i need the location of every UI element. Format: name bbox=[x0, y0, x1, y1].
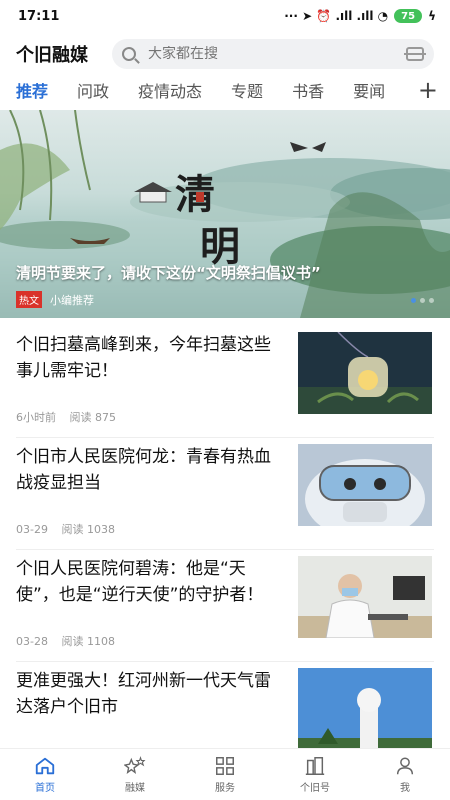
tab-epidemic[interactable]: 疫情动态 bbox=[138, 78, 202, 102]
home-icon bbox=[35, 757, 55, 775]
news-title[interactable]: 更准更强大！红河州新一代天气雷达落户个旧市 bbox=[16, 668, 278, 720]
banner-art-char-1: 清 bbox=[175, 171, 215, 218]
search-bar[interactable] bbox=[112, 39, 434, 69]
carousel-dot[interactable] bbox=[420, 298, 425, 303]
charging-icon: ϟ bbox=[428, 9, 436, 23]
nav-me[interactable]: 我 bbox=[360, 749, 450, 800]
nav-media[interactable]: 融媒 bbox=[90, 749, 180, 800]
app-header: 个旧融媒 bbox=[0, 36, 450, 72]
banner-meta: 热文 小编推荐 bbox=[16, 291, 94, 308]
lantern-image[interactable] bbox=[298, 332, 432, 414]
tab-headlines[interactable]: 要闻 bbox=[353, 78, 385, 102]
status-time: 17:11 bbox=[18, 8, 60, 24]
status-icons: ··· ➤ ⏰ .ıll .ıll ◔ 75 ϟ bbox=[284, 9, 436, 23]
app-title: 个旧融媒 bbox=[16, 45, 88, 66]
news-time: 03-28 bbox=[16, 635, 48, 648]
search-icon bbox=[122, 47, 136, 61]
search-input[interactable] bbox=[148, 46, 406, 62]
news-title[interactable]: 个旧扫墓高峰到来，今年扫墓这些事儿需牢记！ bbox=[16, 332, 278, 384]
news-meta: 6小时前 阅读 875 bbox=[16, 409, 126, 425]
news-item[interactable]: 个旧人民医院何碧涛：他是“天使”，也是“逆行天使”的守护者！ 03-28 阅读 … bbox=[16, 550, 434, 662]
qingming-landscape-illustration: 清 明 bbox=[0, 110, 450, 318]
news-meta: 03-29 阅读 1038 bbox=[16, 521, 125, 537]
news-title[interactable]: 个旧人民医院何碧涛：他是“天使”，也是“逆行天使”的守护者！ bbox=[16, 556, 278, 608]
tab-topics[interactable]: 专题 bbox=[231, 78, 263, 102]
add-tab-icon[interactable]: + bbox=[403, 76, 438, 104]
nav-label: 首页 bbox=[35, 783, 55, 794]
banner-source: 小编推荐 bbox=[50, 293, 94, 307]
grid-icon bbox=[216, 757, 234, 775]
signal-wifi-alarm-icons: ··· ➤ ⏰ .ıll .ıll ◔ bbox=[284, 9, 389, 23]
banner-caption[interactable]: 清明节要来了，请收下这份“文明祭扫倡议书” bbox=[16, 262, 321, 283]
nav-home[interactable]: 首页 bbox=[0, 749, 90, 800]
nav-label: 个旧号 bbox=[300, 783, 330, 794]
news-item[interactable]: 个旧市人民医院何龙：青春有热血 战疫显担当 03-29 阅读 1038 bbox=[16, 438, 434, 550]
battery-icon: 75 bbox=[394, 9, 423, 23]
hot-tag: 热文 bbox=[16, 291, 42, 308]
user-icon bbox=[396, 757, 414, 775]
status-bar: 17:11 ··· ➤ ⏰ .ıll .ıll ◔ 75 ϟ bbox=[0, 0, 450, 32]
news-meta: 03-28 阅读 1108 bbox=[16, 633, 125, 649]
tab-inquiry[interactable]: 问政 bbox=[77, 78, 109, 102]
carousel-dots bbox=[411, 298, 434, 303]
tab-reading[interactable]: 书香 bbox=[292, 78, 324, 102]
nav-label: 融媒 bbox=[125, 783, 145, 794]
nav-label: 服务 bbox=[215, 783, 235, 794]
radar-tower-image[interactable] bbox=[298, 668, 432, 750]
banner-carousel[interactable]: 清 明 清明节要来了，请收下这份“文明祭扫倡议书” 热文 小编推荐 bbox=[0, 110, 450, 318]
news-time: 6小时前 bbox=[16, 411, 56, 424]
nav-gejiu-account[interactable]: 个旧号 bbox=[270, 749, 360, 800]
news-reads: 阅读 1038 bbox=[61, 523, 115, 536]
scan-icon[interactable] bbox=[404, 47, 426, 61]
carousel-dot[interactable] bbox=[411, 298, 416, 303]
tab-recommend[interactable]: 推荐 bbox=[16, 78, 48, 102]
news-time: 03-29 bbox=[16, 523, 48, 536]
nav-service[interactable]: 服务 bbox=[180, 749, 270, 800]
news-title[interactable]: 个旧市人民医院何龙：青春有热血 战疫显担当 bbox=[16, 444, 278, 496]
bottom-nav: 首页 融媒 服务 个旧号 我 bbox=[0, 748, 450, 800]
news-item[interactable]: 个旧扫墓高峰到来，今年扫墓这些事儿需牢记！ 6小时前 阅读 875 bbox=[16, 326, 434, 438]
medic-goggles-image[interactable] bbox=[298, 444, 432, 526]
stars-icon bbox=[124, 756, 146, 775]
nav-label: 我 bbox=[400, 783, 410, 794]
news-reads: 阅读 1108 bbox=[61, 635, 115, 648]
category-tabs: 推荐 问政 疫情动态 专题 书香 要闻 + bbox=[0, 74, 450, 106]
carousel-dot[interactable] bbox=[429, 298, 434, 303]
news-reads: 阅读 875 bbox=[69, 411, 117, 424]
doctor-desk-image[interactable] bbox=[298, 556, 432, 638]
buildings-icon bbox=[305, 757, 325, 775]
